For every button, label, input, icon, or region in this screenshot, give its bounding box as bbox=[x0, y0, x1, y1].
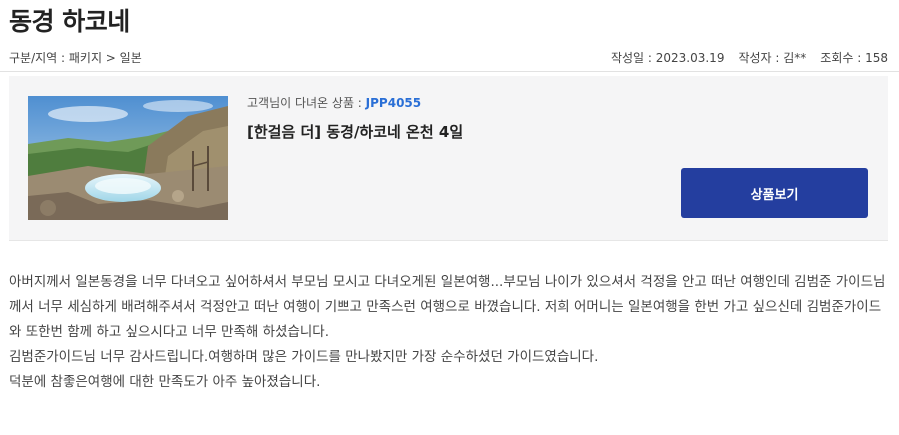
product-name[interactable]: [한걸음 더] 동경/하코네 온천 4일 bbox=[247, 121, 463, 142]
review-paragraph: 김범준가이드님 너무 감사드립니다.여행하며 많은 가이드를 만나봤지만 가장 … bbox=[9, 349, 599, 365]
product-card: 고객님이 다녀온 상품 : JPP4055 [한걸음 더] 동경/하코네 온천 … bbox=[9, 76, 888, 241]
category-breadcrumb: 구분/지역 : 패키지 > 일본 bbox=[9, 50, 142, 65]
product-thumbnail[interactable] bbox=[28, 96, 228, 220]
view-count: 조회수 : 158 bbox=[820, 50, 888, 65]
view-product-button[interactable]: 상품보기 bbox=[681, 168, 868, 218]
divider bbox=[0, 71, 899, 72]
visited-label: 고객님이 다녀온 상품 : bbox=[247, 96, 366, 110]
review-body: 아버지께서 일본동경을 너무 다녀오고 싶어하셔서 부모님 모시고 다녀오게된 … bbox=[9, 270, 889, 395]
product-code: JPP4055 bbox=[365, 96, 422, 110]
review-paragraph: 아버지께서 일본동경을 너무 다녀오고 싶어하셔서 부모님 모시고 다녀오게된 … bbox=[9, 274, 886, 340]
post-author: 작성자 : 김** bbox=[738, 50, 807, 65]
product-info: 고객님이 다녀온 상품 : JPP4055 [한걸음 더] 동경/하코네 온천 … bbox=[247, 94, 463, 142]
review-paragraph: 덕분에 참좋은여행에 대한 만족도가 아주 높아졌습니다. bbox=[9, 374, 321, 390]
page-title: 동경 하코네 bbox=[9, 7, 130, 36]
meta-info: 작성일 : 2023.03.19 작성자 : 김** 조회수 : 158 bbox=[611, 49, 888, 66]
meta-row: 구분/지역 : 패키지 > 일본 작성일 : 2023.03.19 작성자 : … bbox=[9, 48, 888, 66]
visited-product-line: 고객님이 다녀온 상품 : JPP4055 bbox=[247, 94, 463, 111]
post-date: 작성일 : 2023.03.19 bbox=[610, 50, 725, 65]
hot-spring-landscape-photo bbox=[28, 96, 228, 220]
